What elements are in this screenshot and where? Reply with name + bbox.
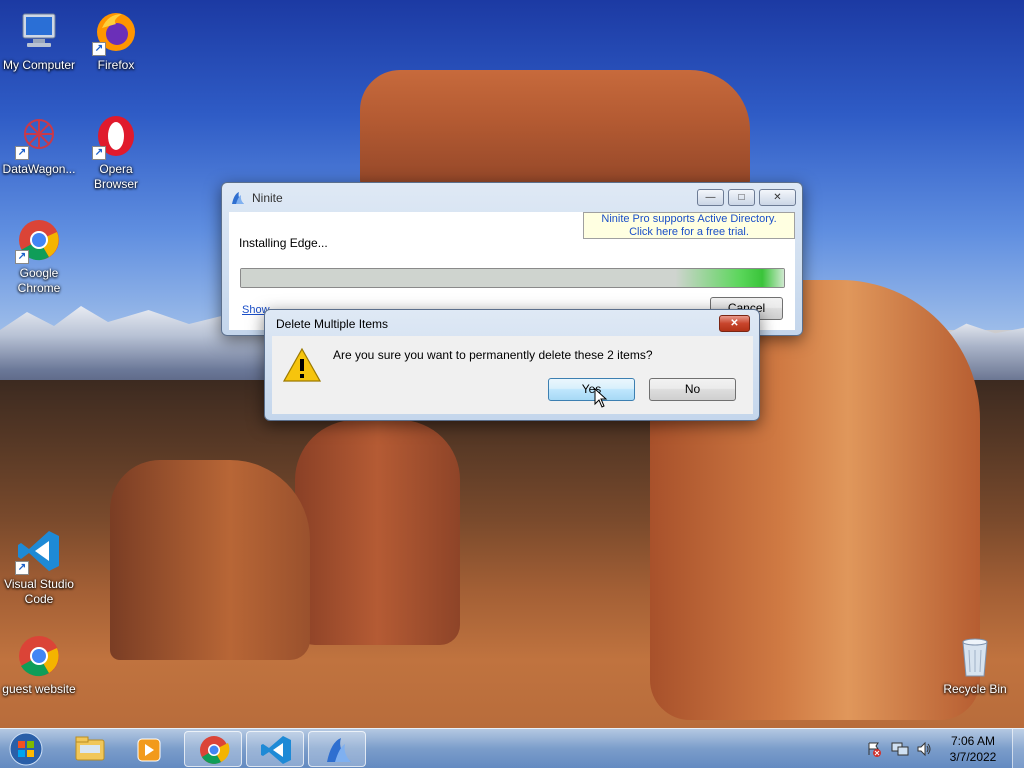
firefox-icon: ↗ xyxy=(92,8,140,56)
start-button[interactable] xyxy=(6,731,46,767)
desktop-icon-label: guest website xyxy=(2,682,76,696)
clock-date: 3/7/2022 xyxy=(949,750,997,764)
desktop-icon-label: Google Chrome xyxy=(17,266,61,295)
desktop-icon-label: Opera Browser xyxy=(93,162,138,191)
ninite-pro-ad[interactable]: Ninite Pro supports Active Directory. Cl… xyxy=(583,212,795,239)
ninite-logo-icon xyxy=(230,190,246,206)
desktop-icon-label: Firefox xyxy=(97,58,135,72)
taskbar-ninite[interactable] xyxy=(308,731,366,767)
tray-volume-icon[interactable] xyxy=(916,741,932,757)
shortcut-arrow-icon: ↗ xyxy=(15,561,29,575)
taskbar-file-explorer[interactable] xyxy=(61,731,119,767)
ad-line-2: Click here for a free trial. xyxy=(629,226,749,238)
warning-icon xyxy=(282,347,322,383)
computer-icon xyxy=(15,8,63,56)
clock-time: 7:06 AM xyxy=(950,734,996,748)
desktop-icon-google-chrome[interactable]: ↗ Google Chrome xyxy=(1,216,77,296)
datawagon-icon: ↗ xyxy=(15,112,63,160)
shortcut-arrow-icon: ↗ xyxy=(15,146,29,160)
dialog-title: Delete Multiple Items xyxy=(276,317,389,331)
taskbar-media-player[interactable] xyxy=(121,731,179,767)
desktop-icon-recycle-bin[interactable]: Recycle Bin xyxy=(937,632,1013,697)
ninite-title: Ninite xyxy=(252,191,283,205)
desktop-icon-my-computer[interactable]: My Computer xyxy=(1,8,77,73)
vscode-icon: ↗ xyxy=(15,527,63,575)
close-button[interactable]: ✕ xyxy=(759,189,796,206)
taskbar-vscode[interactable] xyxy=(246,731,304,767)
desktop-icon-guest-website[interactable]: guest website xyxy=(1,632,77,697)
tray-network-icon[interactable] xyxy=(891,741,909,757)
vscode-icon xyxy=(261,736,291,764)
shortcut-arrow-icon: ↗ xyxy=(92,146,106,160)
minimize-button[interactable]: — xyxy=(697,189,724,206)
chrome-icon: ↗ xyxy=(15,216,63,264)
desktop-icon-datawagon[interactable]: ↗ DataWagon... xyxy=(1,112,77,177)
install-progress-bar xyxy=(240,268,785,288)
wallpaper-rock-left xyxy=(110,460,310,660)
taskbar: 7:06 AM 3/7/2022 xyxy=(0,728,1024,768)
tray-action-center-icon[interactable] xyxy=(866,741,882,757)
ad-line-1: Ninite Pro supports Active Directory. xyxy=(601,213,777,225)
opera-icon: ↗ xyxy=(92,112,140,160)
chrome-icon xyxy=(200,736,230,764)
desktop-icon-label: Visual Studio Code xyxy=(4,577,74,606)
dialog-titlebar[interactable]: Delete Multiple Items xyxy=(265,310,759,338)
install-status: Installing Edge... xyxy=(239,236,328,250)
desktop-icon-visual-studio-code[interactable]: ↗ Visual Studio Code xyxy=(1,527,77,607)
show-desktop-button[interactable] xyxy=(1012,729,1024,768)
shortcut-arrow-icon: ↗ xyxy=(92,42,106,56)
yes-button[interactable]: Yes xyxy=(548,378,635,401)
desktop-icon-label: DataWagon... xyxy=(2,162,76,176)
tray-clock[interactable]: 7:06 AM 3/7/2022 xyxy=(940,733,1006,765)
no-button[interactable]: No xyxy=(649,378,736,401)
ninite-logo-icon xyxy=(327,738,351,762)
taskbar-chrome[interactable] xyxy=(184,731,242,767)
shortcut-arrow-icon: ↗ xyxy=(15,250,29,264)
mouse-cursor-icon xyxy=(594,387,608,408)
dialog-close-button[interactable]: ✕ xyxy=(719,315,750,332)
desktop-icon-label: My Computer xyxy=(2,58,76,72)
recycle-bin-icon xyxy=(951,632,999,680)
folder-icon xyxy=(75,736,105,761)
media-player-icon xyxy=(137,738,161,762)
desktop-icon-opera[interactable]: ↗ Opera Browser xyxy=(78,112,154,192)
dialog-message: Are you sure you want to permanently del… xyxy=(333,348,653,362)
wallpaper-rock xyxy=(360,70,750,200)
desktop-icon-label: Recycle Bin xyxy=(943,682,1007,696)
delete-dialog: Delete Multiple Items ✕ Are you sure you… xyxy=(264,309,760,421)
desktop-icon-firefox[interactable]: ↗ Firefox xyxy=(78,8,154,73)
chrome-icon xyxy=(15,632,63,680)
dialog-client-area: Are you sure you want to permanently del… xyxy=(272,336,753,414)
progress-fill xyxy=(241,269,784,287)
maximize-button[interactable]: □ xyxy=(728,189,755,206)
wallpaper-arch-left xyxy=(295,420,460,645)
